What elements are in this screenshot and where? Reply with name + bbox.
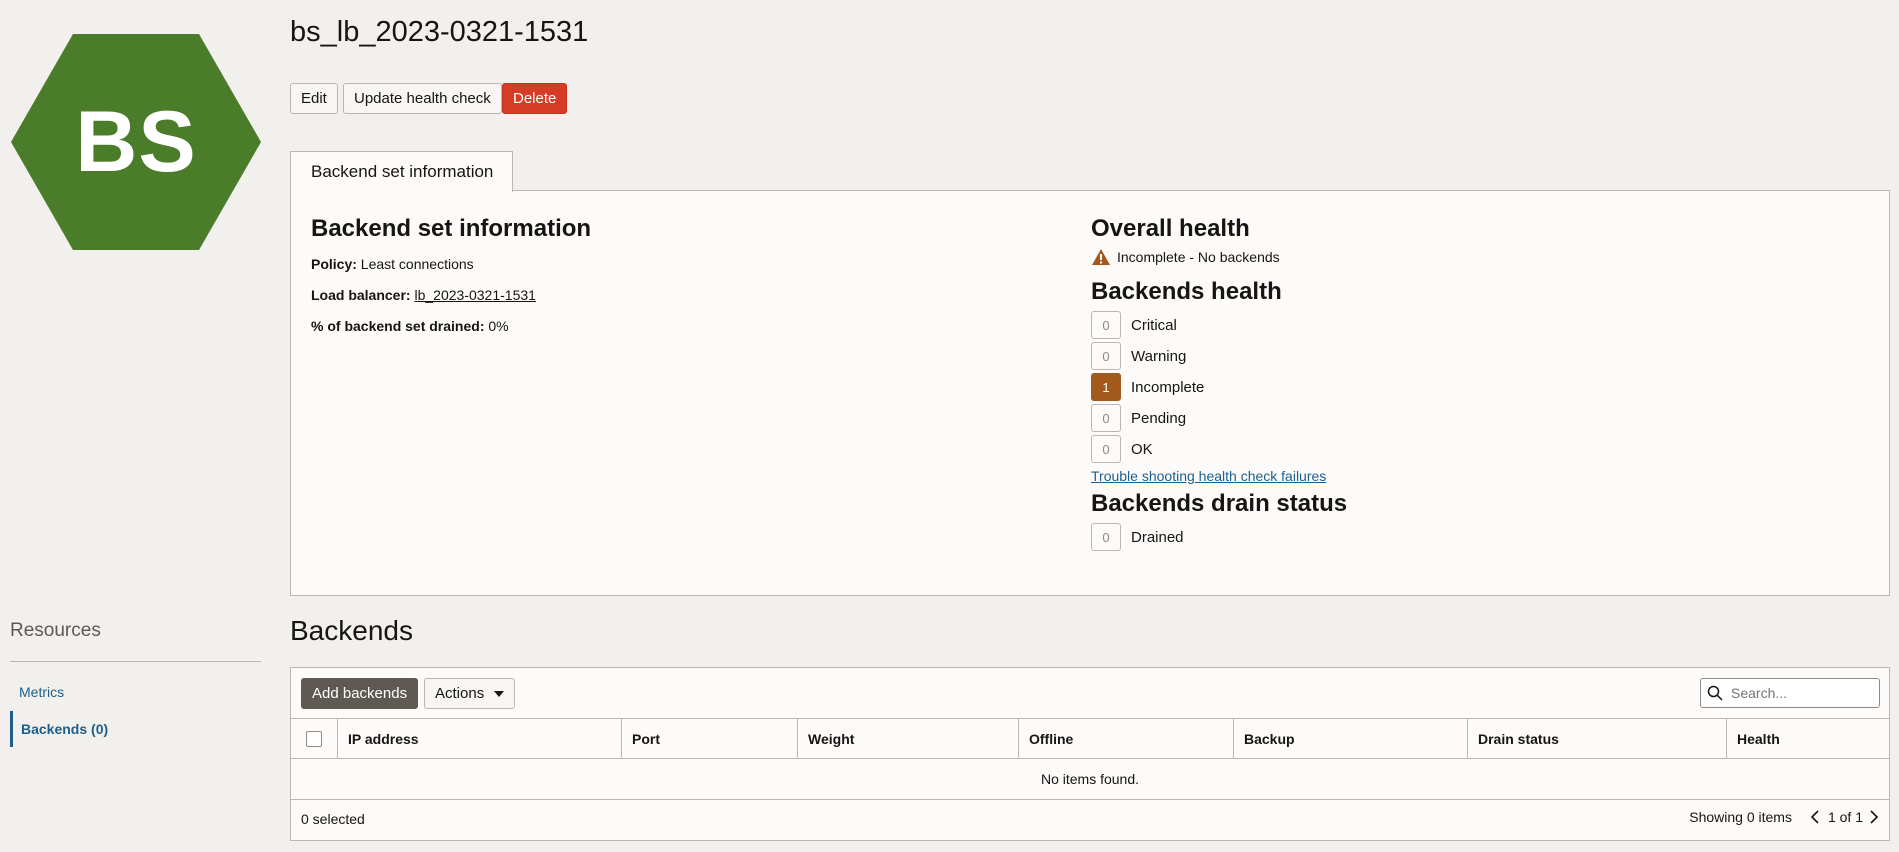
health-label: Pending [1131,409,1187,427]
health-label: Warning [1131,347,1187,365]
pagination: Showing 0 items 1 of 1 [1689,809,1879,825]
resources-title: Resources [10,620,101,641]
overall-health-text: Incomplete - No backends [1117,249,1280,265]
prev-page-icon[interactable] [1810,810,1820,824]
select-all-cell [291,719,338,758]
count-badge: 0 [1091,435,1121,463]
overall-health-heading: Overall health [1091,215,1250,242]
column-drain-status[interactable]: Drain status [1468,719,1727,758]
avatar-initials: BS [75,93,197,190]
actions-label: Actions [435,685,485,702]
column-ip-address[interactable]: IP address [338,719,622,758]
policy-field: Policy: Least connections [311,256,474,272]
column-port[interactable]: Port [622,719,798,758]
policy-value: Least connections [360,256,474,272]
health-row-ok: 0 OK [1091,435,1153,463]
drain-row-drained: 0 Drained [1091,523,1184,551]
select-all-checkbox[interactable] [306,730,322,747]
delete-button[interactable]: Delete [502,83,568,114]
edit-button[interactable]: Edit [290,83,338,114]
next-page-icon[interactable] [1869,810,1879,824]
page-indicator: 1 of 1 [1827,809,1863,825]
selected-count: 0 selected [301,811,365,827]
health-label: Incomplete [1131,378,1205,396]
health-label: Critical [1131,316,1177,334]
health-row-critical: 0 Critical [1091,311,1177,339]
empty-message: No items found. [291,759,1889,800]
column-health[interactable]: Health [1727,719,1889,758]
info-heading: Backend set information [311,215,592,242]
load-balancer-field: Load balancer: lb_2023-0321-1531 [311,287,536,303]
count-badge: 0 [1091,311,1121,339]
count-badge: 0 [1091,523,1121,551]
troubleshoot-link[interactable]: Trouble shooting health check failures [1091,468,1326,484]
drained-label: % of backend set drained: [311,318,485,334]
warning-icon [1092,249,1110,265]
policy-label: Policy: [311,256,357,272]
drained-value: 0% [488,318,509,334]
caret-down-icon [494,690,505,697]
health-label: OK [1131,440,1153,458]
column-backup[interactable]: Backup [1234,719,1468,758]
tab-backend-set-information[interactable]: Backend set information [290,151,513,192]
overall-health-status: Incomplete - No backends [1091,248,1280,266]
search-icon [1707,685,1723,701]
health-row-warning: 0 Warning [1091,342,1186,370]
actions-dropdown-button[interactable]: Actions [424,678,516,709]
backend-set-info-panel: Backend set information Policy: Least co… [290,190,1890,596]
backends-title: Backends [290,615,413,646]
add-backends-button[interactable]: Add backends [301,678,419,709]
count-badge: 0 [1091,404,1121,432]
sidebar-item-metrics[interactable]: Metrics [10,674,261,710]
divider [10,661,261,662]
page-title: bs_lb_2023-0321-1531 [290,16,589,48]
tab-label: Backend set information [311,162,494,181]
sidebar-item-backends[interactable]: Backends (0) [10,711,261,747]
search-input[interactable] [1729,684,1869,702]
load-balancer-label: Load balancer: [311,287,411,303]
drain-status-heading: Backends drain status [1091,490,1348,517]
search-box[interactable] [1700,678,1880,708]
drain-label: Drained [1131,528,1184,546]
health-row-pending: 0 Pending [1091,404,1186,432]
sidebar-item-label: Backends (0) [21,721,109,737]
update-health-check-button[interactable]: Update health check [343,83,502,114]
backends-table-panel: Add backends Actions IP address Port Wei… [290,667,1890,841]
column-offline[interactable]: Offline [1019,719,1234,758]
count-badge: 0 [1091,342,1121,370]
count-badge: 1 [1091,373,1121,401]
resource-avatar: BS [10,33,262,251]
showing-count: Showing 0 items [1689,809,1792,825]
table-header: IP address Port Weight Offline Backup Dr… [291,718,1889,759]
drained-field: % of backend set drained: 0% [311,318,509,334]
column-weight[interactable]: Weight [798,719,1019,758]
load-balancer-link[interactable]: lb_2023-0321-1531 [414,287,535,303]
health-row-incomplete: 1 Incomplete [1091,373,1204,401]
backends-health-heading: Backends health [1091,278,1282,305]
sidebar-item-label: Metrics [19,684,65,700]
